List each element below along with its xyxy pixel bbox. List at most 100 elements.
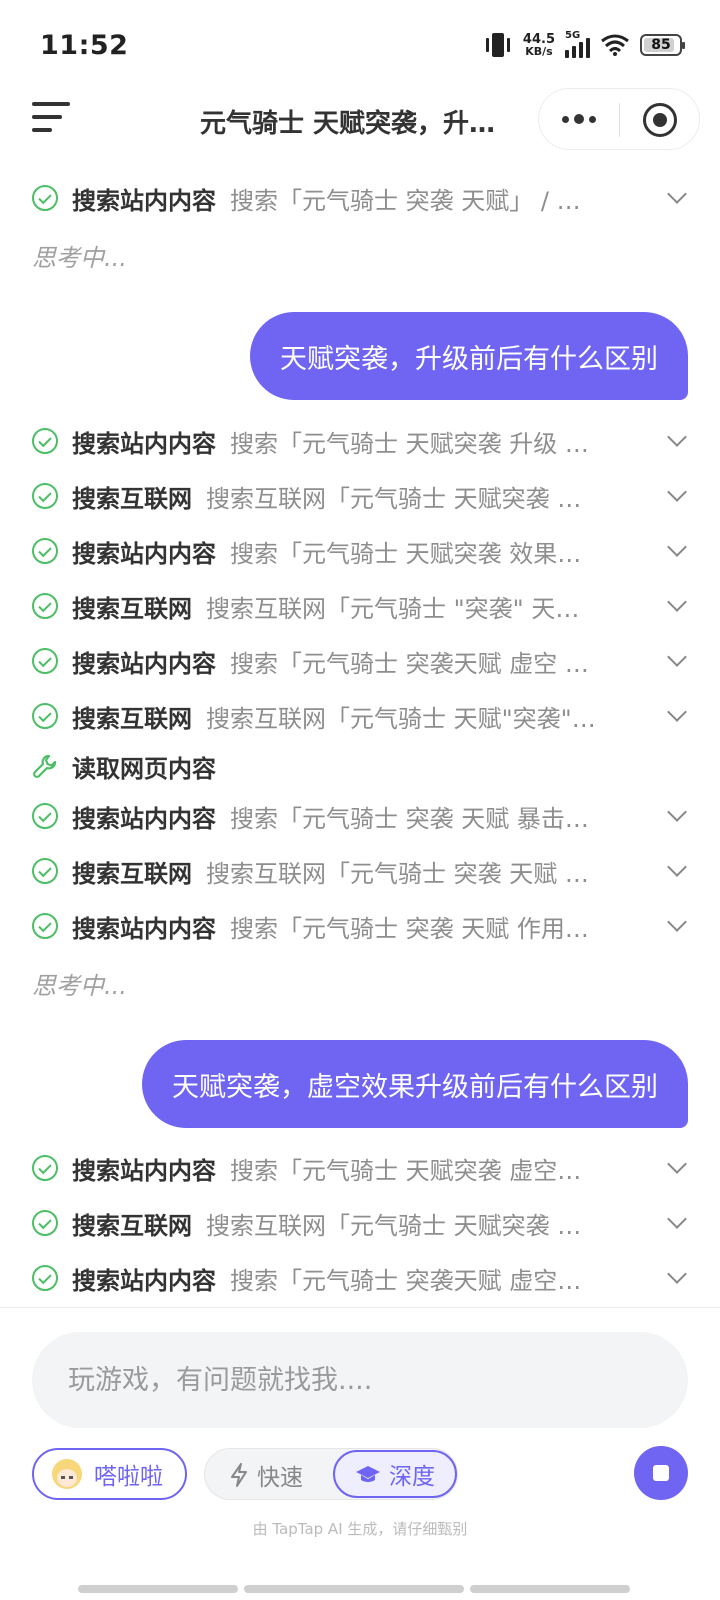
step-detail: 搜索互联网「元气骑士 天赋突袭 … — [206, 484, 582, 513]
tool-step[interactable]: 搜索站内内容 搜索「元气骑士 天赋突袭 效果… — [32, 526, 692, 576]
target-icon[interactable] — [643, 103, 677, 137]
step-label: 搜索站内内容 — [72, 1266, 216, 1295]
tool-step[interactable]: 搜索站内内容 搜索「元气骑士 天赋突袭 虚空… — [32, 1143, 692, 1193]
mini-program-capsule — [538, 88, 700, 150]
chevron-down-icon[interactable] — [667, 1264, 687, 1284]
tool-step[interactable]: 搜索站内内容 搜索「元气骑士 突袭 天赋 暴击… — [32, 791, 692, 841]
step-label: 读取网页内容 — [72, 754, 216, 783]
composer-divider — [0, 1307, 720, 1308]
chat-area[interactable]: 搜索站内内容 搜索「元气骑士 突袭 天赋」 / … 思考中... 天赋突袭，升级… — [0, 172, 720, 1307]
capsule-divider — [619, 103, 620, 137]
step-detail: 搜索「元气骑士 突袭 天赋」 / … — [230, 186, 581, 215]
step-label: 搜索站内内容 — [72, 429, 216, 458]
tool-step[interactable]: 搜索站内内容 搜索「元气骑士 突袭 天赋」 / … — [32, 173, 692, 223]
tool-step[interactable]: 搜索互联网 搜索互联网「元气骑士 突袭 天赋 … — [32, 846, 692, 896]
step-label: 搜索互联网 — [72, 1211, 192, 1240]
message-input-container[interactable] — [32, 1332, 688, 1428]
tool-step[interactable]: 搜索互联网 搜索互联网「元气骑士 "突袭" 天… — [32, 581, 692, 631]
step-label: 搜索站内内容 — [72, 539, 216, 568]
page-title: 元气骑士 天赋突袭，升… — [200, 109, 496, 139]
status-bar: 11:52 44.5 KB/s 5G 85 — [0, 0, 720, 92]
chevron-down-icon[interactable] — [667, 647, 687, 667]
tool-step[interactable]: 搜索站内内容 搜索「元气骑士 突袭天赋 虚空 … — [32, 636, 692, 686]
step-label: 搜索互联网 — [72, 704, 192, 733]
chevron-down-icon[interactable] — [667, 1209, 687, 1229]
step-detail: 搜索「元气骑士 突袭 天赋 暴击… — [230, 804, 589, 833]
step-detail: 搜索互联网「元气骑士 天赋突袭 … — [206, 1211, 582, 1240]
tool-step[interactable]: 搜索互联网 搜索互联网「元气骑士 天赋突袭 … — [32, 471, 692, 521]
vibrate-icon — [485, 33, 510, 57]
signal-icon: 5G — [565, 30, 590, 58]
chevron-down-icon[interactable] — [667, 482, 687, 502]
check-circle-icon — [32, 428, 58, 454]
network-type: 5G — [565, 30, 581, 41]
chevron-down-icon[interactable] — [667, 184, 687, 204]
tool-step: 读取网页内容 — [32, 741, 692, 791]
avatar — [52, 1459, 82, 1489]
menu-icon[interactable] — [32, 100, 72, 136]
thinking-indicator: 思考中... — [32, 972, 127, 1000]
step-detail: 搜索「元气骑士 突袭天赋 虚空 … — [230, 649, 589, 678]
tool-step[interactable]: 搜索站内内容 搜索「元气骑士 天赋突袭 升级 … — [32, 416, 692, 466]
mode-fast-button[interactable]: 快速 — [229, 1449, 303, 1501]
chevron-down-icon[interactable] — [667, 802, 687, 822]
tool-step[interactable]: 搜索站内内容 搜索「元气骑士 突袭天赋 虚空… — [32, 1253, 692, 1303]
step-label: 搜索站内内容 — [72, 649, 216, 678]
thinking-indicator: 思考中... — [32, 244, 127, 272]
check-circle-icon — [32, 185, 58, 211]
chevron-down-icon[interactable] — [667, 857, 687, 877]
check-circle-icon — [32, 1210, 58, 1236]
step-detail: 搜索互联网「元气骑士 突袭 天赋 … — [206, 859, 589, 888]
check-circle-icon — [32, 803, 58, 829]
check-circle-icon — [32, 913, 58, 939]
more-icon[interactable] — [561, 107, 597, 131]
chevron-down-icon[interactable] — [667, 912, 687, 932]
stop-icon[interactable] — [634, 1446, 688, 1500]
step-detail: 搜索「元气骑士 突袭天赋 虚空… — [230, 1266, 582, 1295]
step-label: 搜索互联网 — [72, 859, 192, 888]
check-circle-icon — [32, 703, 58, 729]
step-detail: 搜索「元气骑士 突袭 天赋 作用… — [230, 914, 589, 943]
step-detail: 搜索互联网「元气骑士 天赋"突袭"… — [206, 704, 596, 733]
tool-step[interactable]: 搜索站内内容 搜索「元气骑士 突袭 天赋 作用… — [32, 901, 692, 951]
user-message: 天赋突袭，升级前后有什么区别 — [250, 312, 688, 400]
agent-name: 嗒啦啦 — [94, 1464, 163, 1490]
chevron-down-icon[interactable] — [667, 1154, 687, 1174]
step-detail: 搜索「元气骑士 天赋突袭 升级 … — [230, 429, 589, 458]
ai-disclaimer: 由 TapTap AI 生成，请仔细甄别 — [252, 1520, 468, 1538]
step-detail: 搜索「元气骑士 天赋突袭 效果… — [230, 539, 582, 568]
message-input[interactable] — [68, 1332, 648, 1428]
step-label: 搜索互联网 — [72, 594, 192, 623]
status-time: 11:52 — [40, 30, 129, 61]
battery-icon: 85 — [640, 34, 685, 56]
step-detail: 搜索「元气骑士 天赋突袭 虚空… — [230, 1156, 582, 1185]
chevron-down-icon[interactable] — [667, 537, 687, 557]
chevron-down-icon[interactable] — [667, 702, 687, 722]
chevron-down-icon[interactable] — [667, 592, 687, 612]
user-message: 天赋突袭，虚空效果升级前后有什么区别 — [142, 1040, 688, 1128]
check-circle-icon — [32, 483, 58, 509]
tool-step[interactable]: 搜索互联网 搜索互联网「元气骑士 天赋"突袭"… — [32, 691, 692, 741]
status-icons: 44.5 KB/s 5G 85 — [483, 30, 685, 58]
bolt-icon — [231, 1463, 247, 1487]
check-circle-icon — [32, 538, 58, 564]
step-label: 搜索站内内容 — [72, 186, 216, 215]
battery-level: 85 — [651, 37, 671, 53]
check-circle-icon — [32, 1265, 58, 1291]
net-speed-unit: KB/s — [525, 45, 553, 58]
tool-step[interactable]: 搜索互联网 搜索互联网「元气骑士 天赋突袭 … — [32, 1198, 692, 1248]
chevron-down-icon[interactable] — [667, 427, 687, 447]
step-label: 搜索站内内容 — [72, 804, 216, 833]
graduation-cap-icon — [356, 1466, 380, 1482]
agent-selector-button[interactable]: 嗒啦啦 — [32, 1448, 187, 1500]
mode-fast-label: 快速 — [257, 1465, 303, 1491]
net-speed: 44.5 KB/s — [523, 33, 555, 57]
header: 元气骑士 天赋突袭，升… — [0, 86, 720, 152]
mode-toggle: 快速 深度 — [204, 1448, 458, 1500]
check-circle-icon — [32, 648, 58, 674]
check-circle-icon — [32, 858, 58, 884]
mode-deep-label: 深度 — [389, 1464, 435, 1490]
step-label: 搜索站内内容 — [72, 914, 216, 943]
mode-deep-button[interactable]: 深度 — [333, 1450, 457, 1498]
check-circle-icon — [32, 593, 58, 619]
